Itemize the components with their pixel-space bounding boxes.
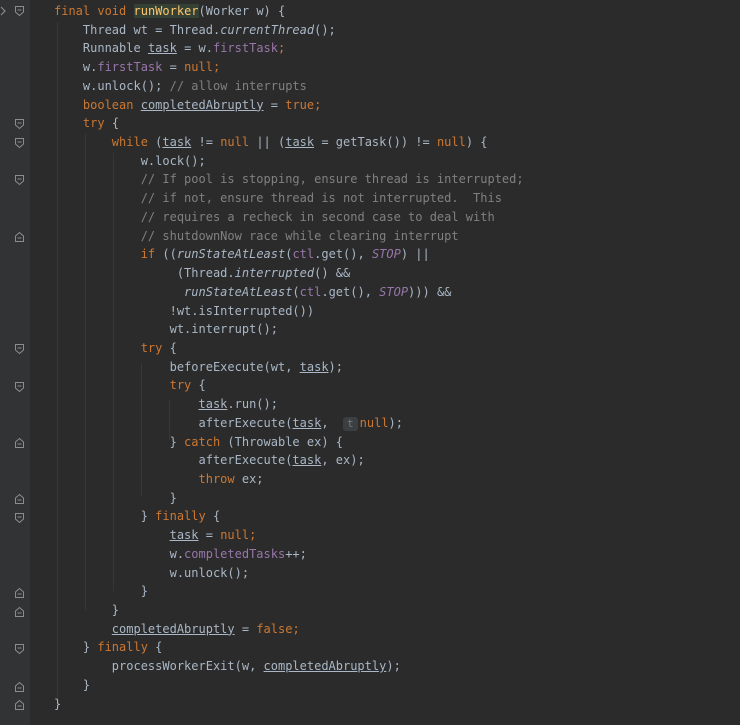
fold-close-icon[interactable] — [15, 588, 24, 598]
code-line: try { — [82, 116, 120, 131]
code-line: w.completedTasks++; — [169, 546, 307, 561]
code-line: afterExecute(task, t null); — [198, 415, 403, 431]
code-line: Runnable task = w.firstTask; — [82, 41, 286, 56]
code-line: } finally { — [82, 640, 163, 655]
fold-close-icon[interactable] — [15, 682, 24, 692]
code-line: } — [140, 584, 148, 599]
code-line: try { — [140, 340, 177, 355]
code-area[interactable]: final void runWorker(Worker w) { Thread … — [54, 2, 740, 713]
code-line: } catch (Throwable ex) { — [169, 434, 343, 449]
fold-open-icon[interactable] — [15, 138, 24, 148]
code-editor[interactable]: final void runWorker(Worker w) { Thread … — [0, 0, 740, 725]
code-line: } — [111, 603, 120, 617]
code-line: } — [82, 677, 91, 692]
code-line: w.lock(); — [140, 153, 206, 168]
fold-close-icon[interactable] — [15, 607, 24, 617]
code-line: } — [54, 696, 62, 711]
fold-open-icon[interactable] — [15, 513, 24, 523]
fold-open-icon[interactable] — [15, 175, 24, 185]
code-line: if ((runStateAtLeast(ctl.get(), STOP) || — [140, 247, 430, 262]
method-name: runWorker — [133, 4, 199, 18]
code-line: // if not, ensure thread is not interrup… — [140, 191, 502, 206]
fold-open-icon[interactable] — [15, 344, 24, 354]
code-line: final void runWorker(Worker w) { — [54, 4, 286, 18]
code-line: // shutdownNow race while clearing inter… — [140, 228, 459, 243]
code-line: while (task != null || (task = getTask()… — [111, 135, 488, 150]
code-line: wt.interrupt(); — [169, 322, 278, 337]
code-line: } — [169, 490, 177, 505]
collapse-arrow-icon[interactable] — [0, 5, 7, 16]
code-line: throw ex; — [198, 471, 264, 486]
fold-close-icon[interactable] — [15, 438, 24, 448]
fold-open-icon[interactable] — [15, 119, 24, 129]
code-line: task = null; — [169, 528, 257, 543]
fold-open-icon[interactable] — [15, 382, 24, 392]
code-line: } finally { — [140, 509, 221, 524]
fold-close-icon[interactable] — [15, 232, 24, 242]
code-line: try { — [169, 378, 206, 393]
code-line: runStateAtLeast(ctl.get(), STOP))) && — [184, 284, 452, 299]
parameter-hint: t — [343, 416, 358, 431]
fold-open-icon[interactable] — [15, 644, 24, 654]
code-line: afterExecute(task, ex); — [198, 453, 365, 468]
code-line: w.firstTask = null; — [82, 60, 221, 75]
code-line: task.run(); — [198, 397, 278, 412]
code-line: boolean completedAbruptly = true; — [82, 97, 322, 112]
code-line: // If pool is stopping, ensure thread is… — [140, 172, 524, 187]
code-line: // requires a recheck in second case to … — [140, 209, 495, 224]
code-line: completedAbruptly = false; — [111, 621, 300, 636]
code-line: beforeExecute(wt, task); — [169, 359, 343, 374]
code-line: !wt.isInterrupted()) — [169, 303, 315, 318]
code-line: processWorkerExit(w, completedAbruptly); — [111, 659, 401, 674]
code-line: w.unlock(); — [169, 565, 250, 580]
fold-close-icon[interactable] — [15, 700, 24, 710]
fold-close-icon[interactable] — [15, 494, 24, 504]
code-line: w.unlock(); // allow interrupts — [82, 78, 307, 93]
code-line: (Thread.interrupted() && — [176, 266, 351, 281]
code-line: Thread wt = Thread.currentThread(); — [82, 22, 336, 37]
fold-open-icon[interactable] — [15, 6, 24, 16]
